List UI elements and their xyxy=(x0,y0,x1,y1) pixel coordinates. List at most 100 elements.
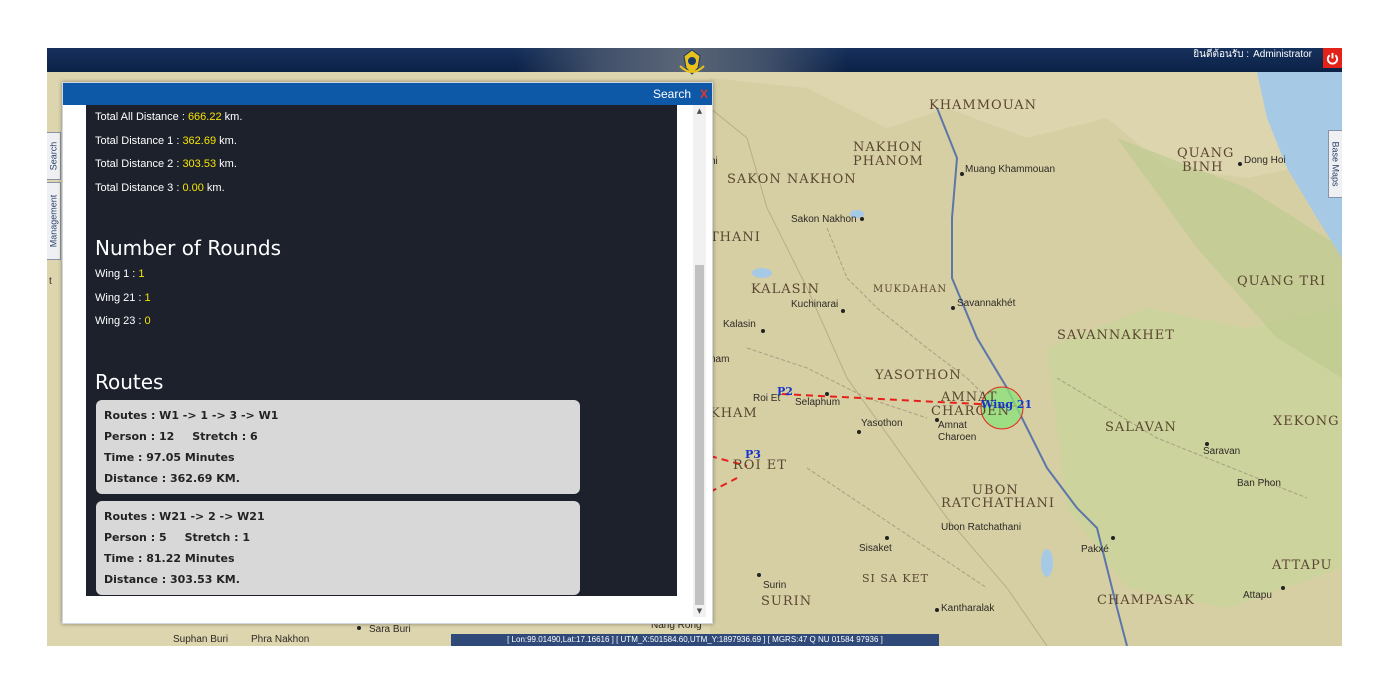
map-city-label: Muang Khammouan xyxy=(965,164,1056,175)
map-city-label: Ban Phon xyxy=(1237,478,1281,489)
stat-unit: km. xyxy=(216,135,237,147)
welcome-text: ยินดีต้อนรับ : xyxy=(1193,49,1250,60)
route-path: Routes : W1 -> 1 -> 3 -> W1 xyxy=(104,409,279,422)
wing-label: Wing 1 : xyxy=(95,268,139,280)
map-region-label: ATTAPU xyxy=(1272,558,1333,573)
map-city-label: Sara Buri xyxy=(369,624,411,635)
route-person: Person : 5 xyxy=(104,531,167,544)
route-card[interactable]: Routes : W1 -> 1 -> 3 -> W1 Person : 12 S… xyxy=(96,400,580,494)
map-city-label: Charoen xyxy=(938,432,977,443)
map-region-label: KHAMMOUAN xyxy=(929,98,1038,113)
stat-unit: km. xyxy=(216,158,237,170)
route-time: Time : 97.05 Minutes xyxy=(104,451,235,464)
stat-label: Total All Distance : xyxy=(95,111,188,123)
map-region-label: QUANG xyxy=(1177,146,1235,161)
tab-management[interactable]: Management xyxy=(47,182,61,260)
wing-round: Wing 21 : 1 xyxy=(95,292,151,304)
stat-value: 0.00 xyxy=(182,182,204,194)
map-application: KHAMMOUAN NAKHON PHANOM SAKON NAKHON THA… xyxy=(47,48,1342,646)
total-distance-1: Total Distance 1 : 362.69 km. xyxy=(95,135,237,147)
panel-scrollbar[interactable]: ▲ ▼ xyxy=(693,105,706,617)
tab-base-maps-label: Base Maps xyxy=(1330,141,1341,187)
stat-unit: km. xyxy=(203,182,225,194)
routes-heading: Routes xyxy=(95,370,164,394)
map-region-label: SAKON NAKHON xyxy=(727,172,857,187)
map-city-label: Sakon Nakhon xyxy=(791,214,857,225)
route-person-stretch: Person : 5 Stretch : 1 xyxy=(104,527,572,548)
map-city-label: Saravan xyxy=(1203,446,1241,457)
map-city-label: Kalasin xyxy=(723,319,756,330)
close-button[interactable]: X xyxy=(700,83,708,105)
stat-value: 362.69 xyxy=(182,135,217,147)
wing-label: Wing 23 : xyxy=(95,315,145,327)
emblem-icon xyxy=(679,49,705,75)
map-region-label: BINH xyxy=(1182,160,1224,175)
wing-round: Wing 1 : 1 xyxy=(95,268,145,280)
total-all-distance: Total All Distance : 666.22 km. xyxy=(95,111,242,123)
map-region-label: SAVANNAKHET xyxy=(1057,328,1175,343)
map-city-label: Suphan Buri xyxy=(173,634,229,645)
map-region-label: YASOTHON xyxy=(875,368,962,383)
map-region-label: THANI xyxy=(710,230,761,245)
stat-label: Total Distance 1 : xyxy=(95,135,183,147)
route-distance: Distance : 303.53 KM. xyxy=(104,573,240,586)
scroll-up-icon[interactable]: ▲ xyxy=(693,105,706,117)
user-name[interactable]: Administrator xyxy=(1253,49,1312,60)
map-city-label: t xyxy=(49,276,52,287)
map-region-label: XEKONG xyxy=(1273,414,1340,429)
stat-unit: km. xyxy=(221,111,243,123)
map-region-label: CHAMPASAK xyxy=(1097,593,1195,608)
coordinate-status-bar: [ Lon:99.01490,Lat:17.16616 ] [ UTM_X:50… xyxy=(451,634,939,646)
stat-value: 303.53 xyxy=(182,158,217,170)
map-region-label: QUANG TRI xyxy=(1237,274,1327,289)
map-region-label: SI SA KET xyxy=(862,572,929,585)
map-region-label: MUKDAHAN xyxy=(873,284,948,295)
map-city-label: Savannakhét xyxy=(957,298,1016,309)
tab-search-label: Search xyxy=(48,141,59,171)
stat-label: Total Distance 3 : xyxy=(95,182,183,194)
route-distance: Distance : 362.69 KM. xyxy=(104,472,240,485)
map-city-label: Surin xyxy=(763,580,787,591)
rounds-heading: Number of Rounds xyxy=(95,236,282,260)
wing-marker-label[interactable]: Wing 21 xyxy=(981,398,1032,411)
wing-value: 0 xyxy=(144,315,151,327)
wing-round: Wing 23 : 0 xyxy=(95,315,151,327)
map-region-label: RATCHATHANI xyxy=(941,496,1056,511)
tab-base-maps[interactable]: Base Maps xyxy=(1328,130,1342,198)
map-region-label: SALAVAN xyxy=(1105,420,1177,435)
route-card[interactable]: Routes : W21 -> 2 -> W21 Person : 5 Stret… xyxy=(96,501,580,595)
route-person: Person : 12 xyxy=(104,430,175,443)
map-city-label: Ubon Ratchathani xyxy=(941,522,1022,533)
route-point-label: P3 xyxy=(745,448,761,461)
route-point-label: P2 xyxy=(777,385,793,398)
power-icon xyxy=(1326,52,1339,64)
route-time: Time : 81.22 Minutes xyxy=(104,552,235,565)
wing-label: Wing 21 : xyxy=(95,292,145,304)
route-stretch: Stretch : 6 xyxy=(192,430,258,443)
stat-value: 666.22 xyxy=(187,111,222,123)
map-region-label: SURIN xyxy=(761,594,813,609)
search-panel-title: Search xyxy=(652,87,691,101)
map-region-label: KALASIN xyxy=(751,282,821,297)
search-panel: Search X Total All Distance : 666.22 km.… xyxy=(62,82,713,624)
route-stretch: Stretch : 1 xyxy=(184,531,250,544)
map-city-label: Yasothon xyxy=(861,418,903,429)
scroll-down-icon[interactable]: ▼ xyxy=(693,605,706,617)
map-city-label: Kuchinarai xyxy=(791,299,839,310)
tab-search[interactable]: Search xyxy=(47,132,61,180)
route-person-stretch: Person : 12 Stretch : 6 xyxy=(104,426,572,447)
logout-button[interactable] xyxy=(1323,48,1342,68)
map-city-label: Amnat xyxy=(938,420,967,431)
map-region-label: KHAM xyxy=(710,406,758,421)
search-results: Total All Distance : 666.22 km. Total Di… xyxy=(86,105,677,596)
map-city-label: Pakxé xyxy=(1081,544,1109,555)
total-distance-3: Total Distance 3 : 0.00 km. xyxy=(95,182,225,194)
tab-management-label: Management xyxy=(48,194,59,248)
map-city-label: Phra Nakhon xyxy=(251,634,310,645)
route-path: Routes : W21 -> 2 -> W21 xyxy=(104,510,265,523)
map-city-label: Kantharalak xyxy=(941,603,995,614)
map-city-label: Attapu xyxy=(1243,590,1272,601)
map-region-label: NAKHON xyxy=(853,140,923,155)
map-city-label: Dong Hoi xyxy=(1244,155,1286,166)
scroll-thumb[interactable] xyxy=(695,265,704,605)
